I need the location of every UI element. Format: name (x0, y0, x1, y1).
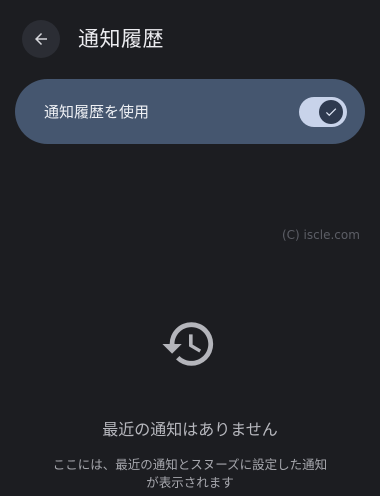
watermark-text: (C) iscle.com (282, 228, 360, 242)
toggle-thumb (319, 100, 343, 124)
back-button[interactable] (22, 20, 60, 58)
arrow-left-icon (35, 33, 47, 45)
notification-history-screen: 通知履歴 通知履歴を使用 (C) iscle.com 最近の通知はありません こ… (0, 0, 380, 496)
setting-label: 通知履歴を使用 (44, 103, 150, 121)
use-notification-history-setting[interactable]: 通知履歴を使用 (15, 79, 365, 144)
empty-state-title: 最近の通知はありません (102, 420, 278, 439)
history-icon (162, 322, 214, 366)
empty-state-description-line-1: ここには、最近の通知とスヌーズに設定した通知 (52, 457, 328, 472)
check-icon (325, 108, 337, 117)
notification-history-toggle[interactable] (299, 97, 347, 127)
page-title: 通知履歴 (78, 27, 164, 51)
empty-state-description: ここには、最近の通知とスヌーズに設定した通知 が表示されます (30, 456, 350, 492)
empty-state-description-line-2: が表示されます (146, 475, 234, 490)
